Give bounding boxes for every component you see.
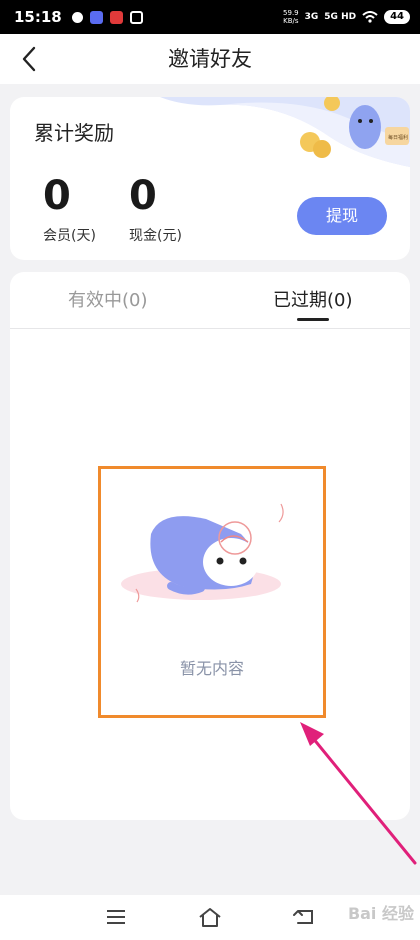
status-time: 15:18 — [14, 8, 62, 26]
network-speed: 59.9 KB/s — [283, 9, 299, 25]
cash-value: 0 — [129, 173, 157, 219]
active-tab-indicator — [297, 318, 329, 321]
battery-indicator: 44 — [384, 10, 410, 24]
network-speed-value: 59.9 — [283, 9, 299, 17]
back-nav-icon[interactable] — [290, 905, 320, 929]
settings-icon — [71, 11, 83, 23]
reward-title: 累计奖励 — [34, 121, 114, 145]
status-notification-icons — [71, 10, 143, 24]
app-notification-icon-3 — [129, 10, 143, 24]
membership-days-value: 0 — [43, 173, 71, 219]
cash-stat: 0 现金(元) — [129, 175, 182, 245]
signal-3g-icon: 3G — [304, 12, 319, 22]
watermark-text: Bai 经验 — [347, 904, 414, 923]
empty-state-highlight-box: 暂无内容 — [98, 466, 326, 718]
reward-card: 每日福利 累计奖励 0 会员(天) 0 现金(元) 提现 — [10, 97, 410, 260]
membership-days-label: 会员(天) — [43, 228, 96, 244]
page-title: 邀请好友 — [168, 47, 252, 71]
sleeping-mascot-illustration — [121, 503, 284, 603]
wifi-icon — [362, 11, 378, 23]
mascot-coins-decoration: 每日福利 — [160, 97, 410, 167]
invite-list-card: 有效中(0) 已过期(0) 暂无内容 — [10, 272, 410, 820]
tab-active-invites[interactable]: 有效中(0) — [68, 272, 148, 328]
cash-label: 现金(元) — [129, 228, 182, 244]
network-speed-unit: KB/s — [283, 17, 299, 25]
deco-badge-text: 每日福利 — [388, 134, 408, 141]
back-button[interactable] — [14, 44, 44, 74]
signal-5g-icon: 5G HD — [324, 12, 357, 22]
empty-state-message: 暂无内容 — [179, 659, 244, 678]
app-notification-icon — [89, 10, 103, 24]
membership-stat: 0 会员(天) — [43, 175, 96, 245]
nav-bar: 邀请好友 — [0, 34, 420, 84]
status-bar: 15:18 59.9 KB/s 3G 5G HD 44 — [0, 0, 420, 34]
tab-bar: 有效中(0) 已过期(0) — [10, 272, 410, 329]
chevron-left-icon — [22, 46, 36, 72]
app-notification-icon-2 — [109, 10, 123, 24]
status-right-group: 59.9 KB/s 3G 5G HD 44 — [283, 9, 410, 25]
menu-icon[interactable] — [101, 905, 131, 929]
home-icon[interactable] — [195, 905, 225, 929]
withdraw-button[interactable]: 提现 — [297, 197, 387, 235]
